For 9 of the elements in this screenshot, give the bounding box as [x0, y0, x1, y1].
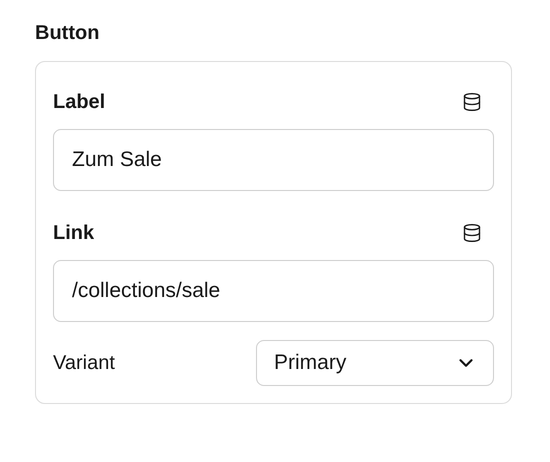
- section-title: Button: [35, 21, 100, 46]
- field-label: Variant: [53, 351, 115, 376]
- database-icon[interactable]: [462, 223, 482, 243]
- text-input-field[interactable]: /collections/sale: [53, 260, 494, 322]
- database-icon[interactable]: [462, 92, 482, 112]
- variant-select[interactable]: Primary: [256, 340, 494, 386]
- field-label: Link: [53, 221, 94, 246]
- field-label: Label: [53, 90, 106, 115]
- text-input-field[interactable]: Zum Sale: [53, 129, 494, 191]
